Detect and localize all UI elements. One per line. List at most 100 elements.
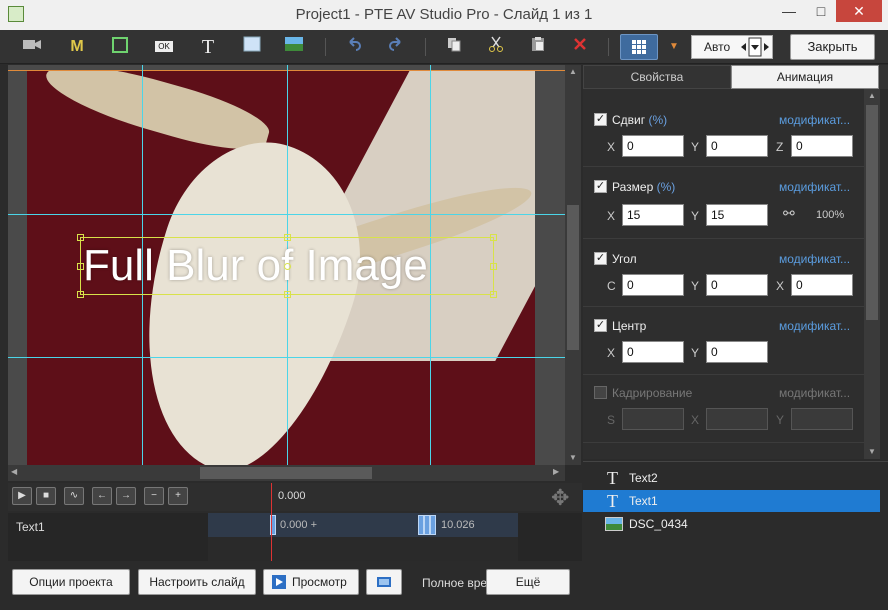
resize-handle[interactable]: [490, 263, 497, 270]
crop-s-input[interactable]: [622, 408, 684, 430]
frame-icon[interactable]: [108, 36, 132, 58]
resize-handle[interactable]: [490, 291, 497, 298]
center-modifier-link[interactable]: модификат...: [779, 319, 850, 333]
rotation-y-input[interactable]: 0: [706, 274, 768, 296]
center-checkbox[interactable]: ✓: [594, 319, 607, 332]
project-options-button[interactable]: Опции проекта: [12, 569, 130, 595]
scroll-down-icon[interactable]: ▼: [868, 447, 876, 456]
tab-animation[interactable]: Анимация: [731, 65, 879, 89]
center-x-input[interactable]: 0: [622, 341, 684, 363]
close-editor-button[interactable]: Закрыть: [790, 34, 875, 60]
mode-spin-arrows[interactable]: [738, 37, 772, 57]
axis-label: X: [691, 413, 700, 427]
crop-checkbox[interactable]: [594, 386, 607, 399]
section-center: ✓ Центр модификат... X 0 Y 0: [583, 307, 864, 375]
scroll-down-icon[interactable]: ▼: [569, 453, 577, 462]
scroll-up-icon[interactable]: ▲: [868, 91, 876, 100]
link-aspect-icon[interactable]: ⚯: [783, 205, 795, 222]
redo-icon[interactable]: [384, 36, 408, 58]
more-button[interactable]: Ещё: [486, 569, 570, 595]
resize-handle[interactable]: [77, 291, 84, 298]
resize-handle[interactable]: [490, 234, 497, 241]
window-close-button[interactable]: ✕: [836, 0, 882, 22]
text-object-selection[interactable]: Full Blur of Image: [77, 234, 497, 298]
scroll-left-icon[interactable]: ◀: [11, 467, 17, 476]
image-layer-icon: [605, 517, 623, 531]
playhead[interactable]: [271, 483, 272, 561]
camera-icon[interactable]: [20, 36, 44, 58]
output-button[interactable]: [366, 569, 402, 595]
axis-label: X: [607, 346, 616, 360]
rectangle-icon[interactable]: [240, 36, 264, 58]
zoom-modifier-link[interactable]: модификат...: [779, 180, 850, 194]
add-keyframe-button[interactable]: +: [168, 487, 188, 505]
scroll-thumb[interactable]: [200, 467, 372, 479]
center-y-input[interactable]: 0: [706, 341, 768, 363]
delete-icon[interactable]: [568, 36, 592, 58]
axis-label: X: [607, 140, 616, 154]
crop-y-input[interactable]: [791, 408, 853, 430]
rotation-checkbox[interactable]: ✓: [594, 252, 607, 265]
pan-label: Сдвиг (%): [612, 113, 668, 127]
list-item-dsc0434[interactable]: DSC_0434: [583, 513, 880, 535]
next-keyframe-button[interactable]: →: [116, 487, 136, 505]
maximize-button[interactable]: □: [806, 0, 836, 22]
canvas-horizontal-scrollbar[interactable]: ◀ ▶: [8, 465, 565, 481]
pan-modifier-link[interactable]: модификат...: [779, 113, 850, 127]
zoom-y-input[interactable]: 15: [706, 204, 768, 226]
play-button[interactable]: ▶: [12, 487, 32, 505]
slide-canvas[interactable]: Full Blur of Image: [8, 65, 565, 465]
resize-handle[interactable]: [284, 234, 291, 241]
copy-icon[interactable]: [442, 36, 466, 58]
pan-z-input[interactable]: 0: [791, 135, 853, 157]
resize-handle[interactable]: [77, 234, 84, 241]
scroll-right-icon[interactable]: ▶: [553, 467, 559, 476]
play-icon: [272, 575, 286, 589]
text-icon[interactable]: T: [196, 36, 220, 58]
crop-modifier-link[interactable]: модификат...: [779, 386, 850, 400]
remove-keyframe-button[interactable]: −: [144, 487, 164, 505]
properties-scrollbar[interactable]: ▲ ▼: [864, 89, 880, 459]
resize-handle[interactable]: [77, 263, 84, 270]
rotation-c-input[interactable]: 0: [622, 274, 684, 296]
slide-options-button[interactable]: Настроить слайд: [138, 569, 256, 595]
mode-combobox[interactable]: Авто: [691, 35, 773, 59]
tab-properties[interactable]: Свойства: [583, 65, 731, 89]
pan-y-input[interactable]: 0: [706, 135, 768, 157]
pan-x-input[interactable]: 0: [622, 135, 684, 157]
keyframe-end[interactable]: [430, 515, 436, 535]
paste-icon[interactable]: [526, 36, 550, 58]
crop-x-input[interactable]: [706, 408, 768, 430]
list-item-text1[interactable]: T Text1: [583, 490, 880, 512]
stop-button[interactable]: ■: [36, 487, 56, 505]
pan-checkbox[interactable]: ✓: [594, 113, 607, 126]
zoom-x-input[interactable]: 15: [622, 204, 684, 226]
prev-keyframe-button[interactable]: ←: [92, 487, 112, 505]
move-arrows-icon[interactable]: ✥: [551, 485, 569, 511]
timeline-track: Text1 0.000 + 10.026: [8, 513, 582, 561]
zoom-checkbox[interactable]: ✓: [594, 180, 607, 193]
grid-toggle-button[interactable]: [620, 34, 658, 60]
mode-value: Авто: [704, 40, 731, 54]
preview-button[interactable]: Просмотр: [263, 569, 359, 595]
axis-label: Y: [776, 413, 785, 427]
cut-icon[interactable]: [484, 36, 508, 58]
resize-handle[interactable]: [284, 291, 291, 298]
track-bar[interactable]: 0.000 + 10.026: [208, 513, 518, 537]
scroll-thumb[interactable]: [866, 105, 878, 320]
minimize-button[interactable]: —: [774, 0, 804, 22]
scroll-up-icon[interactable]: ▲: [569, 67, 577, 76]
ok-button-icon[interactable]: OK: [150, 36, 178, 58]
waveform-button[interactable]: ∿: [64, 487, 84, 505]
grid-dropdown-arrow-icon[interactable]: ▼: [662, 36, 686, 58]
undo-icon[interactable]: [342, 36, 366, 58]
image-icon[interactable]: [282, 36, 306, 58]
rotation-modifier-link[interactable]: модификат...: [779, 252, 850, 266]
rotation-center-handle[interactable]: [284, 263, 291, 270]
mask-icon[interactable]: M: [65, 36, 89, 58]
rotation-label: Угол: [612, 252, 637, 266]
scroll-thumb[interactable]: [567, 205, 579, 350]
list-item-text2[interactable]: T Text2: [583, 467, 880, 489]
canvas-vertical-scrollbar[interactable]: ▲ ▼: [565, 65, 581, 465]
rotation-x-input[interactable]: 0: [791, 274, 853, 296]
